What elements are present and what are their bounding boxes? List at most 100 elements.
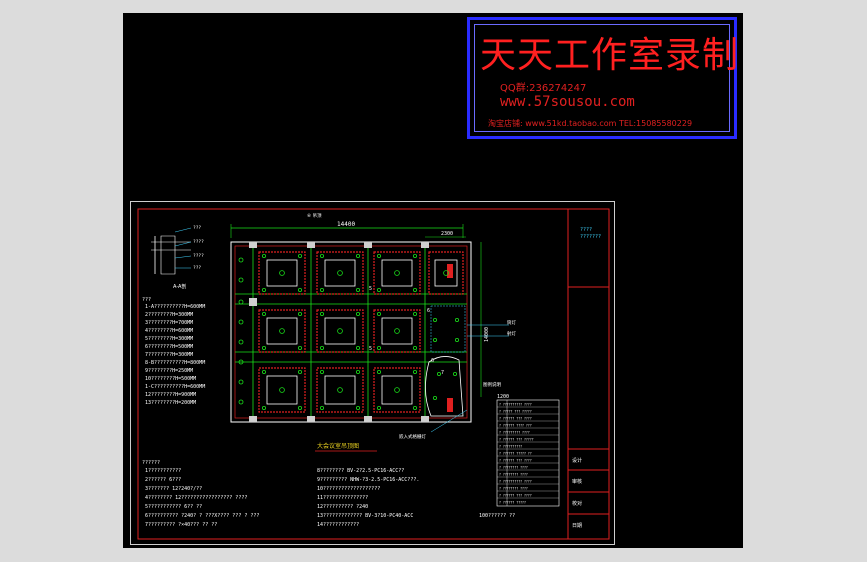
title-block-row: 日期 [572, 523, 582, 529]
title-block-top: ???? [580, 227, 592, 233]
side-tag-2: 射灯 [507, 330, 516, 337]
coffer [373, 309, 421, 353]
stamp-qq: QQ群:236274247 [500, 83, 587, 94]
general-note-left: 7????????? ?×40??? ?? ?? [145, 522, 217, 528]
detail-line: ???? [193, 253, 204, 259]
coffer [373, 251, 421, 295]
coffer [258, 367, 306, 413]
stamp-shop: 淘宝店铺: www.51kd.taobao.com TEL:1508558022… [488, 119, 693, 128]
general-note-right: 13????????????? BV-3?10-PC40-ACC [317, 513, 413, 519]
ceiling-grid [235, 246, 467, 418]
general-note-right: 14???????????? [317, 522, 359, 528]
grid-mark: 6 [427, 308, 430, 314]
legend-tag: 图例说明 [483, 381, 501, 388]
note-line: 2????????H=300MM [145, 312, 193, 318]
notes-header: ??? [142, 297, 151, 303]
general-note-left: 2?????? 6??? [145, 477, 181, 483]
general-note-left: 3??????? 12?240?/?? [145, 486, 202, 492]
sheet-svg: ???? ??????? 设计 审核 校对 日期 ??? ???? ???? ?… [137, 208, 610, 540]
title-block-row: 校对 [572, 500, 582, 507]
title-block-top2: ??????? [580, 234, 601, 240]
section-detail: ??? ???? ???? ??? A-A剖 [151, 225, 204, 290]
title-block-row: 设计 [572, 457, 582, 464]
general-note-left: 6?????????? ?240? ? ???X???? ??? ? ??? [145, 513, 259, 519]
legend-row: ? ?????? ???? ??? [499, 424, 532, 428]
red-device [447, 398, 453, 412]
coffer [316, 309, 364, 353]
ceiling-coffers [258, 251, 464, 413]
general-note-left: 4???????? 12????????????????? ???? [145, 495, 247, 501]
detail-label: A-A剖 [173, 283, 186, 290]
general-note-right: 11??????????????? [317, 495, 368, 501]
coffer [258, 309, 306, 353]
right-dim: 14000 [484, 327, 490, 342]
bay-width-dim: 2300 [441, 231, 453, 237]
small-dim: 1200 [497, 394, 509, 400]
detail-line: ???? [193, 239, 204, 245]
drawing-sheet: ???? ??????? 设计 审核 校对 日期 ??? ???? ???? ?… [130, 201, 615, 545]
note-line: 9????????H=250MM [145, 368, 193, 374]
grid-mark: 5 [369, 286, 372, 292]
note-line: 6????????H=500MM [145, 344, 193, 350]
general-note-left: 5??????????? 6?? ?? [145, 504, 202, 510]
general-notes-footer: 100?????? ?? [479, 513, 515, 519]
note-line: 8-B??????????H=800MM [145, 360, 205, 366]
note-line: 12????????H=900MM [145, 392, 196, 398]
legend-row: ? ?????? ??? ????? [499, 438, 534, 442]
top-tag: ⑥ 吊顶 [307, 213, 322, 219]
legend-row: ? ?????? ??? ???? [499, 494, 532, 498]
coffer [316, 251, 364, 295]
legend-row: ? ???????? ???? [499, 466, 528, 470]
note-line: 7????????H=300MM [145, 352, 193, 358]
stamp-website: www.57sousou.com [500, 94, 635, 110]
note-line: 1-A??????????H=600MM [145, 304, 205, 310]
title-block-row: 审核 [572, 478, 582, 485]
general-notes-header: ?????? [142, 460, 160, 466]
curved-ceiling-feature [425, 356, 464, 417]
structural-columns [249, 242, 429, 422]
legend-row: ? ?????????? ???? [499, 480, 532, 484]
general-note-right: 9????????? NHW-?3-2.5-PC16-ACC???. [317, 477, 419, 483]
legend-row: ? ????????? ???? [499, 431, 530, 435]
legend-row: ? ????? ??? ????? [499, 410, 532, 414]
legend-row: ? ?????????? [499, 445, 522, 449]
legend-row: ? ???????? ???? [499, 473, 528, 477]
detail-line: ??? [193, 265, 201, 271]
grid-mark: 6 [431, 358, 434, 364]
detail-line: ??? [193, 225, 201, 231]
general-notes: ?????? 1??????????? 2?????? 6??? 3??????… [142, 460, 515, 528]
legend-row: ? ???????? ???? [499, 487, 528, 491]
legend-row: ? ?????? ??? ???? [499, 417, 532, 421]
stamp-title: 天天工作室录制 [480, 35, 740, 76]
side-tag-1: 筒灯 [507, 319, 516, 326]
grid-mark: 5 [369, 346, 372, 352]
general-note-right: 8???????? BV-2?2.5-PC16-ACC?? [317, 468, 404, 474]
general-note-right: 12?????????? ?240 [317, 504, 368, 510]
legend-row: ? ?????? ??? ???? [499, 459, 532, 463]
coffer [428, 251, 464, 295]
general-note-right: 10??????????????????? [317, 486, 380, 492]
notes-list: ??? 1-A??????????H=600MM 2????????H=300M… [142, 297, 205, 406]
note-line: 10????????H=500MM [145, 376, 196, 382]
overall-width-dim: 14400 [337, 221, 355, 228]
coffer [316, 367, 364, 413]
note-line: 5????????H=300MM [145, 336, 193, 342]
watermark-stamp: 天天工作室录制 QQ群:236274247 www.57sousou.com 淘… [467, 17, 740, 139]
note-line: 3????????H=700MM [145, 320, 193, 326]
plan-inner-line [234, 245, 468, 419]
coffer [258, 251, 306, 295]
legend-row: ? ?????? ????? [499, 501, 526, 505]
legend-table: ? ?????????? ???? ? ????? ??? ????? ? ??… [496, 399, 560, 507]
legend-row: ? ?????? ????? ?? [499, 452, 532, 456]
legend-row: ? ?????????? ???? [499, 403, 532, 407]
plan-caption: 大会议室吊顶图 [317, 442, 359, 450]
note-line: 13????????H=200MM [145, 400, 196, 406]
leader-line [430, 409, 468, 433]
feature-outline [430, 305, 466, 353]
bottom-tag: 嵌入式格栅灯 [399, 433, 426, 440]
general-note-left: 1??????????? [145, 468, 181, 474]
note-line: 4????????H=600MM [145, 328, 193, 334]
coffer [373, 367, 421, 413]
grid-mark: 7 [441, 370, 444, 376]
note-line: 1-C??????????H=600MM [145, 384, 205, 390]
